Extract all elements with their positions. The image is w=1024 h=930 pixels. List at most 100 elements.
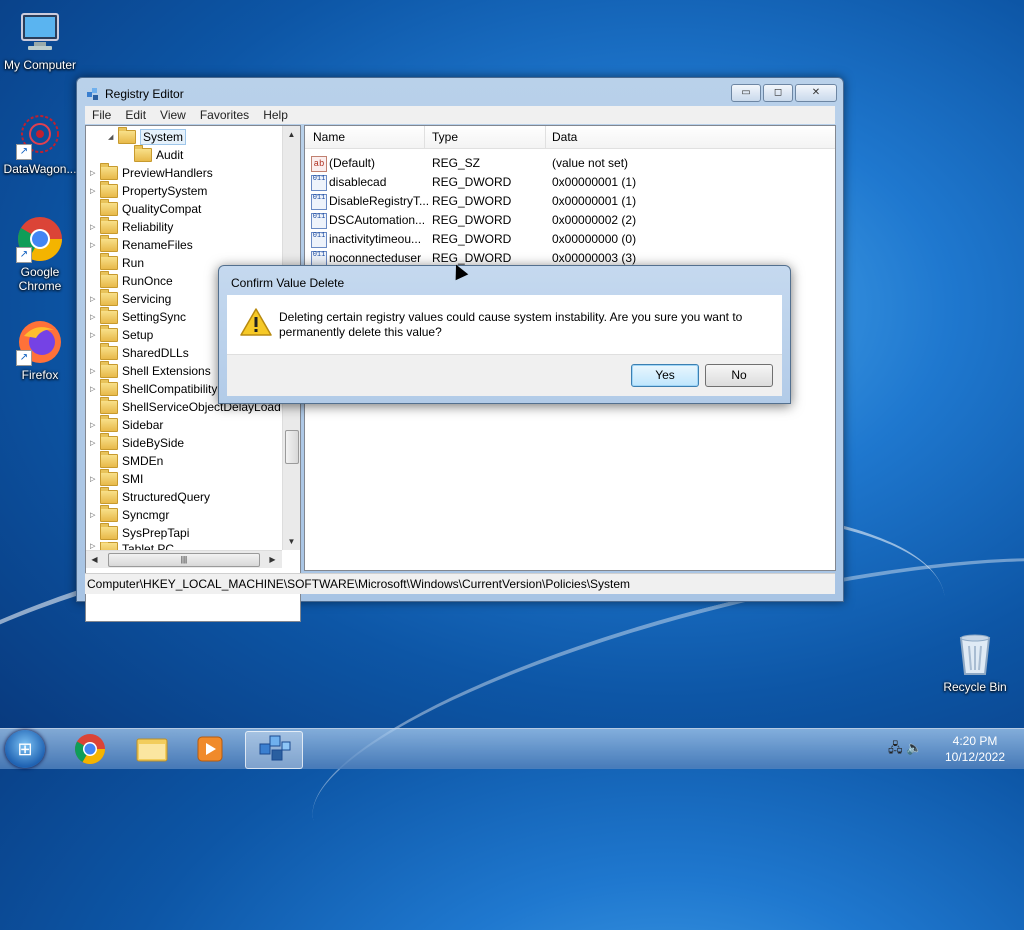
- desktop-icon-label: My Computer: [3, 58, 77, 72]
- table-row[interactable]: ab (Default) REG_SZ (value not set): [305, 154, 835, 173]
- taskbar-explorer[interactable]: [123, 731, 179, 767]
- folder-icon: [100, 361, 118, 378]
- collapsed-arrow-icon: ▷: [90, 242, 96, 249]
- taskbar-chrome[interactable]: [62, 731, 118, 767]
- desktop-icon-my-computer[interactable]: My Computer: [0, 8, 80, 72]
- scroll-thumb[interactable]: [285, 430, 299, 464]
- tree-item[interactable]: SysPrepTapi: [90, 523, 189, 542]
- desktop-icon-firefox[interactable]: ↗ Firefox: [0, 318, 80, 382]
- menu-help[interactable]: Help: [256, 106, 295, 124]
- collapsed-arrow-icon: ▷: [90, 543, 96, 550]
- tree-item[interactable]: Run: [90, 253, 144, 272]
- table-row[interactable]: 011 DSCAutomation... REG_DWORD 0x0000000…: [305, 211, 835, 230]
- tree-item[interactable]: ▷ PreviewHandlers: [90, 163, 213, 182]
- clock-time: 4:20 PM: [952, 734, 998, 748]
- folder-icon: [100, 325, 118, 342]
- desktop-icon-label: DataWagon...: [3, 162, 77, 176]
- collapsed-arrow-icon: ▷: [90, 224, 96, 231]
- scroll-right-arrow-icon[interactable]: ▶: [264, 551, 281, 568]
- taskbar-media-player[interactable]: [182, 731, 238, 767]
- column-header-data[interactable]: Data: [552, 130, 577, 144]
- windows-logo-icon: ⊞: [17, 739, 33, 759]
- collapsed-arrow-icon: ▷: [90, 314, 96, 321]
- tree-horizontal-scrollbar[interactable]: ◀ ||| ▶: [86, 550, 282, 568]
- regedit-app-icon: [259, 735, 291, 761]
- desktop-icon-label: Firefox: [21, 368, 59, 382]
- shortcut-arrow-icon: ↗: [16, 247, 32, 263]
- tree-item[interactable]: ▷ Syncmgr: [90, 505, 169, 524]
- tree-item[interactable]: ▷ Reliability: [90, 217, 173, 236]
- tree-item[interactable]: ▷ Sidebar: [90, 415, 163, 434]
- taskbar-regedit[interactable]: [245, 731, 303, 769]
- menu-edit[interactable]: Edit: [118, 106, 153, 124]
- collapsed-arrow-icon: ▷: [90, 422, 96, 429]
- tree-item[interactable]: SMDEn: [90, 451, 163, 470]
- tree-item[interactable]: ▷ ShellCompatibility: [90, 379, 217, 398]
- collapsed-arrow-icon: ▷: [90, 386, 96, 393]
- volume-icon[interactable]: 🔈: [906, 740, 922, 755]
- binary-value-icon: 011: [311, 213, 327, 229]
- close-button[interactable]: ✕: [795, 84, 837, 102]
- menu-favorites[interactable]: Favorites: [193, 106, 256, 124]
- tree-item-audit[interactable]: Audit: [134, 145, 183, 164]
- folder-icon: [100, 415, 118, 432]
- folder-icon: [100, 163, 118, 180]
- table-row[interactable]: 011 DisableRegistryT... REG_DWORD 0x0000…: [305, 192, 835, 211]
- network-icon[interactable]: 🖧: [888, 740, 903, 755]
- scroll-down-arrow-icon[interactable]: ▼: [283, 533, 300, 550]
- start-button[interactable]: ⊞: [5, 730, 45, 768]
- clock-date: 10/12/2022: [944, 750, 1006, 764]
- folder-icon: [118, 127, 136, 144]
- binary-value-icon: 011: [311, 175, 327, 191]
- minimize-button[interactable]: ▭: [731, 84, 761, 102]
- regedit-app-icon: [85, 86, 101, 102]
- column-header-type[interactable]: Type: [432, 130, 458, 144]
- scroll-thumb[interactable]: |||: [108, 553, 260, 567]
- folder-icon: [136, 738, 168, 762]
- collapsed-arrow-icon: ▷: [90, 476, 96, 483]
- table-row[interactable]: 011 disablecad REG_DWORD 0x00000001 (1): [305, 173, 835, 192]
- tree-item[interactable]: ▷ SettingSync: [90, 307, 186, 326]
- tree-item[interactable]: ▷ SMI: [90, 469, 143, 488]
- tree-item[interactable]: SharedDLLs: [90, 343, 189, 362]
- tree-item[interactable]: QualityCompat: [90, 199, 201, 218]
- folder-icon: [100, 542, 118, 550]
- desktop-icon-datawagon[interactable]: ↗ DataWagon...: [0, 112, 80, 176]
- folder-icon: [100, 397, 118, 414]
- system-tray: 🖧 🔈: [888, 739, 922, 761]
- table-row[interactable]: 011 inactivitytimeou... REG_DWORD 0x0000…: [305, 230, 835, 249]
- tree-item[interactable]: ▷ Shell Extensions: [90, 361, 211, 380]
- scroll-left-arrow-icon[interactable]: ◀: [86, 551, 103, 568]
- menu-view[interactable]: View: [153, 106, 193, 124]
- folder-icon: [100, 523, 118, 540]
- tree-item[interactable]: ▷ SideBySide: [90, 433, 184, 452]
- tree-item[interactable]: ▷ Setup: [90, 325, 153, 344]
- collapsed-arrow-icon: ▷: [90, 440, 96, 447]
- no-button[interactable]: No: [705, 364, 773, 387]
- tree-item[interactable]: RunOnce: [90, 271, 173, 290]
- folder-icon: [100, 451, 118, 468]
- tree-item-system[interactable]: ◢ System: [108, 127, 187, 146]
- scroll-up-arrow-icon[interactable]: ▲: [283, 126, 300, 143]
- tree-item[interactable]: ▷ Tablet PC: [90, 542, 174, 550]
- media-player-icon: [197, 736, 223, 762]
- folder-icon: [100, 505, 118, 522]
- shortcut-arrow-icon: ↗: [16, 144, 32, 160]
- tree-item[interactable]: ▷ PropertySystem: [90, 181, 207, 200]
- status-bar: Computer\HKEY_LOCAL_MACHINE\SOFTWARE\Mic…: [85, 573, 835, 594]
- clock[interactable]: 4:20 PM 10/12/2022: [930, 733, 1020, 765]
- menu-file[interactable]: File: [85, 106, 118, 124]
- desktop-icon-label: Google Chrome: [18, 265, 62, 293]
- maximize-button[interactable]: ◻: [763, 84, 793, 102]
- desktop-icon-chrome[interactable]: ↗ Google Chrome: [0, 215, 80, 293]
- desktop-icon-recycle-bin[interactable]: Recycle Bin: [935, 630, 1015, 694]
- tree-item[interactable]: ▷ RenameFiles: [90, 235, 193, 254]
- list-header: Name Type Data: [305, 126, 835, 149]
- tree-item[interactable]: StructuredQuery: [90, 487, 210, 506]
- dialog-title: Confirm Value Delete: [231, 276, 345, 290]
- column-header-name[interactable]: Name: [313, 130, 345, 144]
- tree-item[interactable]: ▷ Servicing: [90, 289, 171, 308]
- string-value-icon: ab: [311, 156, 327, 172]
- taskbar: ⊞ 🖧 🔈 4:20 PM 10/12/2022: [0, 728, 1024, 769]
- yes-button[interactable]: Yes: [631, 364, 699, 387]
